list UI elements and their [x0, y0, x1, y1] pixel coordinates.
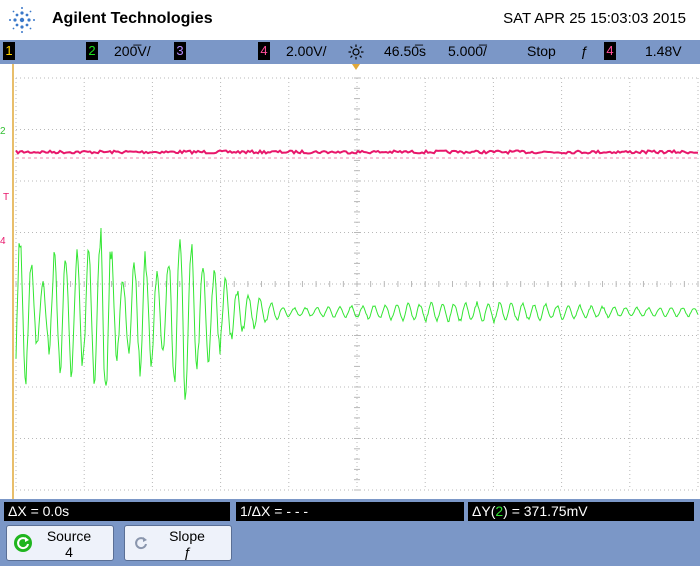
trigger-level: 1.48V [645, 43, 682, 59]
channel-status-bar: 1 2 200̅V/ 3 4 2.00V/ 46.50̅s 5.000̅/ St… [0, 40, 700, 64]
delta-x-readout: ΔX = 0.0s [4, 502, 230, 521]
agilent-logo-icon [9, 7, 35, 33]
softkey-panel: ΔX = 0.0s 1/ΔX = - - - ΔY(2) = 371.75mV … [0, 499, 700, 566]
run-state: Stop [527, 43, 556, 59]
slope-value: ƒ [183, 544, 191, 560]
time-offset: 46.50̅s [384, 43, 427, 59]
trigger-position-marker [352, 64, 360, 70]
waveform-display[interactable]: 2 T 4 [0, 64, 700, 499]
source-label: Source [46, 528, 92, 544]
brand-name: Agilent Technologies [52, 10, 213, 27]
ch1-indicator[interactable]: 1 [3, 42, 15, 60]
ch4-indicator[interactable]: 4 [258, 42, 270, 60]
time-scale: 5.000̅/ [448, 43, 487, 59]
ch2-ground-marker[interactable]: 2 [0, 126, 6, 137]
source-softkey[interactable]: Source 4 [6, 525, 114, 561]
ch2-indicator[interactable]: 2 [86, 42, 98, 60]
date-time: SAT APR 25 15:03:03 2015 [503, 10, 686, 27]
trigger-slope: ƒ [580, 43, 588, 59]
delta-y-channel: 2 [495, 503, 504, 519]
sun-icon [348, 44, 364, 60]
slope-softkey[interactable]: Slope ƒ [124, 525, 232, 561]
trigger-marker: T [3, 192, 10, 203]
header-bar: Agilent Technologies SAT APR 25 15:03:03… [0, 0, 700, 40]
slope-label: Slope [169, 528, 205, 544]
delta-y-readout: ΔY(2) = 371.75mV [468, 502, 694, 521]
rotate-icon [14, 534, 32, 552]
rotate-icon [135, 537, 147, 550]
source-value: 4 [65, 544, 73, 560]
ch3-indicator[interactable]: 3 [174, 42, 186, 60]
delta-y-suffix: ) = 371.75mV [503, 503, 588, 519]
delta-y-prefix: ΔY( [472, 503, 496, 519]
trigger-source-indicator[interactable]: 4 [604, 42, 616, 60]
ch4-trace [15, 148, 699, 156]
ch2-trace [15, 227, 699, 400]
ch2-scale: 200̅V/ [114, 43, 151, 59]
inverse-delta-x-readout: 1/ΔX = - - - [236, 502, 464, 521]
ch4-scale: 2.00V/ [286, 43, 327, 59]
graticule [12, 64, 699, 499]
ch4-ground-marker[interactable]: 4 [0, 236, 6, 247]
